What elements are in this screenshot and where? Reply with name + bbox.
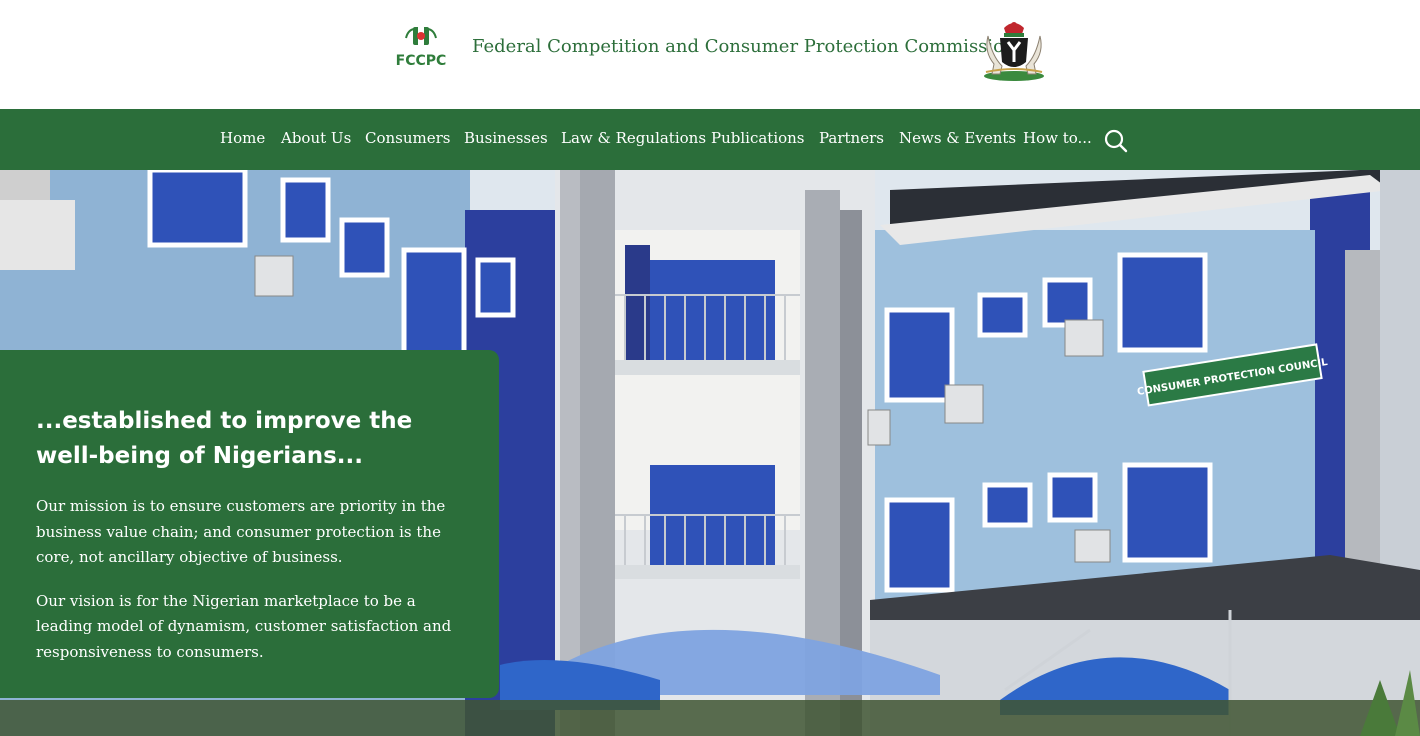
svg-text:FCCPC: FCCPC [396, 53, 447, 69]
nav-item-consumers[interactable]: Consumers [365, 129, 451, 147]
nav-item-how-to[interactable]: How to... [1023, 129, 1092, 147]
nav-item-partners[interactable]: Partners [819, 129, 884, 147]
site-title[interactable]: Federal Competition and Consumer Protect… [472, 36, 1016, 57]
nav-item-about-us[interactable]: About Us [281, 129, 351, 147]
logo-emblem [405, 27, 437, 45]
vision-statement: Our vision is for the Nigerian marketpla… [36, 591, 452, 661]
hero-banner: CONSUMER PROTECTION COUNCIL ...establish… [0, 170, 1420, 736]
nav-item-law-regulations[interactable]: Law & Regulations [561, 129, 706, 147]
fccpc-logo[interactable]: FCCPC [384, 24, 458, 70]
nav-menu: Home About Us Consumers Businesses Law &… [0, 109, 1420, 170]
mission-heading: ...established to improve the well-being… [36, 408, 413, 469]
mission-statement: Our mission is to ensure customers are p… [36, 497, 446, 566]
search-icon[interactable] [1103, 128, 1129, 154]
coat-of-arms-icon [984, 22, 1044, 81]
nav-item-home[interactable]: Home [220, 129, 265, 147]
nav-item-businesses[interactable]: Businesses [464, 129, 548, 147]
mission-card: ...established to improve the well-being… [0, 350, 499, 698]
nav-item-publications[interactable]: Publications [711, 129, 805, 147]
site-header: FCCPC Federal Competition and Consumer P… [0, 0, 1420, 109]
nav-item-news-events[interactable]: News & Events [899, 129, 1016, 147]
main-navigation: Home About Us Consumers Businesses Law &… [0, 109, 1420, 170]
